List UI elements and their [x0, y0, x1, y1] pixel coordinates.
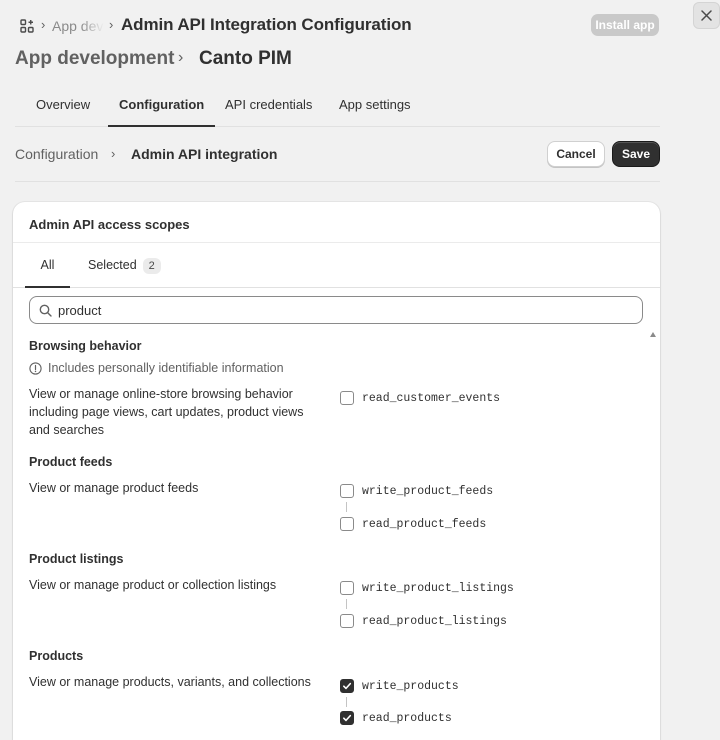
- apps-icon[interactable]: [20, 19, 34, 33]
- scope-checkbox-checked[interactable]: [340, 711, 354, 725]
- scope-checkbox-checked[interactable]: [340, 679, 354, 693]
- scope-connector: [346, 599, 347, 609]
- info-icon: [29, 361, 42, 375]
- scope-connector: [346, 502, 347, 512]
- tab-app-settings[interactable]: App settings: [328, 84, 422, 127]
- install-app-button[interactable]: Install app: [591, 14, 659, 36]
- scope-checkbox[interactable]: [340, 517, 354, 531]
- tab-selected[interactable]: Selected 2: [88, 243, 161, 288]
- scope-name: write_products: [362, 679, 459, 693]
- scope-filter-tabs: All Selected 2: [13, 243, 660, 288]
- section-description: View or manage product or collection lis…: [29, 578, 277, 592]
- chevron-right-icon: ›: [41, 17, 46, 32]
- checkmark-icon: [343, 714, 352, 722]
- section-title-product-feeds: Product feeds: [29, 455, 113, 469]
- scope-checkbox[interactable]: [340, 614, 354, 628]
- section-description: View or manage products, variants, and c…: [29, 675, 311, 689]
- section-description: View or manage product feeds: [29, 481, 199, 495]
- scope-item[interactable]: read_products: [340, 711, 452, 725]
- save-button[interactable]: Save: [612, 141, 660, 167]
- tab-all[interactable]: All: [25, 243, 70, 288]
- breadcrumb-app-development[interactable]: App dev: [52, 18, 104, 34]
- section-title-browsing-behavior: Browsing behavior: [29, 339, 142, 353]
- close-button[interactable]: [693, 2, 720, 29]
- section-title-product-listings: Product listings: [29, 552, 124, 566]
- tab-configuration[interactable]: Configuration: [108, 84, 216, 127]
- scope-connector: [346, 697, 347, 707]
- scope-name: write_product_listings: [362, 581, 514, 595]
- tab-selected-label: Selected: [88, 258, 137, 272]
- selected-count-badge: 2: [142, 257, 161, 274]
- close-icon: [701, 10, 712, 21]
- scope-name: write_product_feeds: [362, 484, 494, 498]
- scope-name: read_products: [362, 711, 452, 725]
- app-tabs: Overview Configuration API credentials A…: [15, 84, 660, 127]
- scope-name: read_product_feeds: [362, 517, 487, 531]
- section-title-products: Products: [29, 649, 84, 663]
- scope-item[interactable]: write_products: [340, 679, 459, 693]
- section-description: View or manage online-store browsing beh…: [29, 387, 304, 437]
- tab-overview[interactable]: Overview: [25, 84, 101, 127]
- chevron-right-icon: ›: [111, 146, 116, 161]
- cancel-button[interactable]: Cancel: [547, 141, 605, 167]
- scroll-up-arrow-icon[interactable]: [650, 332, 656, 337]
- scope-checkbox[interactable]: [340, 581, 354, 595]
- scope-checkbox[interactable]: [340, 484, 354, 498]
- scope-item[interactable]: write_product_listings: [340, 581, 514, 595]
- pii-notice-text: Includes personally identifiable informa…: [48, 361, 284, 375]
- sub-header: Configuration › Admin API integration Ca…: [15, 138, 660, 182]
- tab-api-credentials[interactable]: API credentials: [214, 84, 323, 127]
- tab-all-label: All: [40, 258, 55, 272]
- scope-name: read_customer_events: [362, 391, 501, 405]
- chevron-right-icon: ›: [178, 49, 184, 66]
- scope-item[interactable]: read_product_listings: [340, 614, 507, 628]
- pii-notice: Includes personally identifiable informa…: [29, 361, 284, 375]
- section-heading: Admin API integration: [131, 146, 278, 162]
- chevron-right-icon: ›: [109, 17, 114, 32]
- breadcrumb-configuration[interactable]: Configuration: [15, 146, 98, 162]
- breadcrumb-parent[interactable]: App development: [15, 48, 174, 70]
- scope-item[interactable]: read_customer_events: [340, 391, 500, 405]
- app-name-heading: Canto PIM: [199, 48, 292, 69]
- top-bar: › App dev › Admin API Integration Config…: [0, 0, 690, 52]
- scope-item[interactable]: read_product_feeds: [340, 517, 486, 531]
- scope-name: read_product_listings: [362, 614, 507, 628]
- scope-item[interactable]: write_product_feeds: [340, 484, 493, 498]
- scope-search-field[interactable]: [29, 296, 643, 324]
- card-title: Admin API access scopes: [29, 217, 190, 232]
- search-input[interactable]: [58, 301, 628, 319]
- page-title: Admin API Integration Configuration: [121, 15, 412, 34]
- checkmark-icon: [343, 682, 352, 690]
- app-page: › App dev › Admin API Integration Config…: [0, 0, 720, 740]
- search-icon: [39, 304, 52, 317]
- scope-checkbox[interactable]: [340, 391, 354, 405]
- access-scopes-card: Admin API access scopes All Selected 2 Br…: [13, 202, 660, 740]
